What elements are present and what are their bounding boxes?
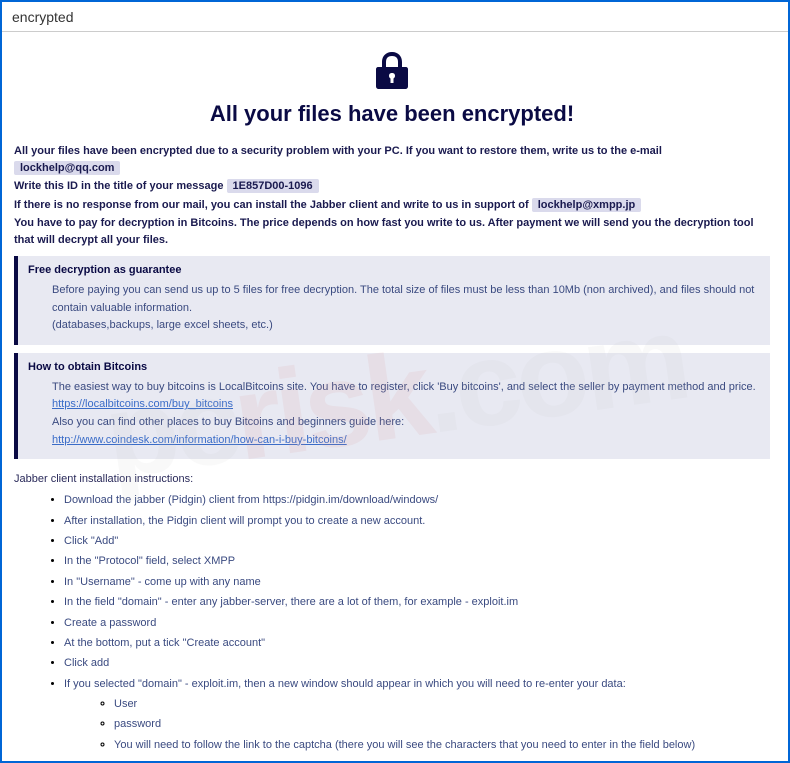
jabber-section: Jabber client installation instructions:… [14, 473, 770, 759]
list-item: In the "Protocol" field, select XMPP [64, 554, 770, 569]
list-item: In the field "domain" - enter any jabber… [64, 595, 770, 610]
lock-icon [375, 50, 409, 93]
jabber-heading: Jabber client installation instructions: [14, 473, 770, 485]
list-item: Click "Add" [64, 534, 770, 549]
contact-email-1: lockhelp@qq.com [14, 161, 120, 175]
contact-email-2: lockhelp@xmpp.jp [532, 198, 642, 212]
list-item: You will need to follow the link to the … [114, 738, 770, 753]
intro-line-3: If there is no response from our mail, y… [14, 197, 770, 214]
list-item: If you selected "domain" - exploit.im, t… [64, 677, 770, 754]
list-item: In "Username" - come up with any name [64, 575, 770, 590]
intro-block: All your files have been encrypted due t… [14, 143, 770, 248]
payment-line: You have to pay for decryption in Bitcoi… [14, 215, 770, 248]
list-item: User [114, 697, 770, 712]
panel-free-body2: (databases,backups, large excel sheets, … [52, 317, 760, 335]
intro-line-2: Write this ID in the title of your messa… [14, 178, 770, 195]
jabber-list: Download the jabber (Pidgin) client from… [14, 493, 770, 759]
link-localbitcoins[interactable]: https://localbitcoins.com/buy_bitcoins [52, 398, 233, 410]
panel-btc-title: How to obtain Bitcoins [28, 361, 760, 373]
panel-free-title: Free decryption as guarantee [28, 264, 760, 276]
panel-free-body1: Before paying you can send us up to 5 fi… [52, 282, 760, 317]
link-coindesk[interactable]: http://www.coindesk.com/information/how-… [52, 434, 347, 446]
window-frame: encrypted pcrisk.com All your files have… [0, 0, 790, 763]
list-item: password [114, 717, 770, 732]
panel-obtain-bitcoins: How to obtain Bitcoins The easiest way t… [14, 353, 770, 459]
list-item: At the bottom, put a tick "Create accoun… [64, 636, 770, 651]
panel-free-decryption: Free decryption as guarantee Before payi… [14, 256, 770, 345]
page-title: All your files have been encrypted! [14, 101, 770, 127]
list-item: If you don't understand our Pidgin clien… [64, 758, 770, 759]
panel-btc-line1: The easiest way to buy bitcoins is Local… [52, 379, 760, 397]
list-item: Click add [64, 656, 770, 671]
intro-line-1: All your files have been encrypted due t… [14, 143, 770, 176]
list-item: Download the jabber (Pidgin) client from… [64, 493, 770, 508]
list-item: Create a password [64, 616, 770, 631]
window-titlebar: encrypted [2, 2, 788, 32]
message-id: 1E857D00-1096 [227, 179, 319, 193]
jabber-sublist: User password You will need to follow th… [64, 697, 770, 753]
panel-btc-line2: Also you can find other places to buy Bi… [52, 414, 760, 432]
window-title: encrypted [12, 9, 73, 25]
content-scroll[interactable]: pcrisk.com All your files have been encr… [4, 34, 786, 759]
list-item: After installation, the Pidgin client wi… [64, 514, 770, 529]
lock-row [14, 50, 770, 93]
